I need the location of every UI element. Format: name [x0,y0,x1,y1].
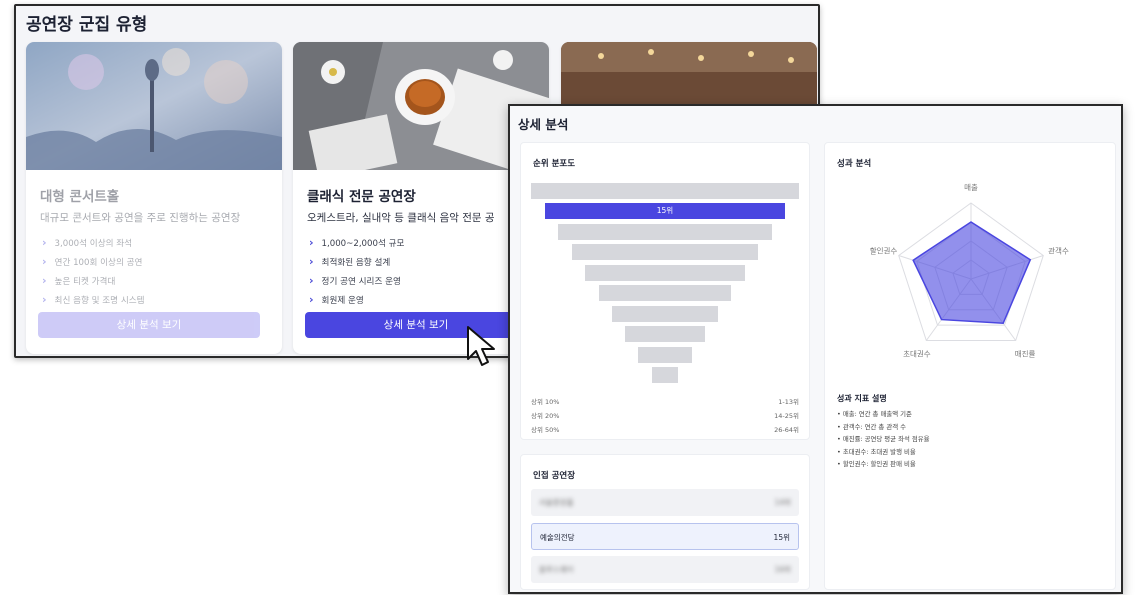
neighbor-item[interactable]: 서울중앙홀 14위 [531,489,799,516]
funnel-bar [558,224,772,240]
card-title: 대형 콘서트홀 [40,189,120,205]
card-title: 클래식 전문 공연장 [307,189,416,205]
rank-legend-row: 상위 20% 14-25위 [531,412,799,420]
funnel-bar [599,285,731,301]
feature-item: 1,000~2,000석 규모 [309,236,405,255]
funnel-bar [625,326,705,342]
explanation-item: 매진률: 공연당 평균 좌석 점유율 [837,434,930,447]
card-description: 대규모 콘서트와 공연을 주로 진행하는 공연장 [40,212,241,224]
feature-item: 연간 100회 이상의 공연 [42,255,145,274]
radar-chart: 매출관객수매진률 초대권수 할인권수 [870,182,1069,358]
funnel-bar-current: 15위 [545,203,785,219]
radar-axis-label: 초대권수 [903,349,931,358]
cluster-card-large-concert-hall[interactable]: 대형 콘서트홀 대규모 콘서트와 공연을 주로 진행하는 공연장 3,000석 … [26,42,282,354]
feature-item: 높은 티켓 가격대 [42,274,145,293]
neighbor-venues-panel: 인접 공연장 서울중앙홀 14위 예술의전당 15위 블루스퀘어 16위 [520,454,810,590]
explanation-item: 관객수: 연간 총 관객 수 [837,422,930,435]
rank-distribution-panel: 순위 분포도 15위 상위 10% 1-13위 상위 20% 14-25위 상위 5… [520,142,810,440]
panel-title: 성과 분석 [837,159,872,169]
funnel-bar [638,347,692,363]
panel-title: 인접 공연장 [533,471,576,481]
panel-title: 순위 분포도 [533,159,576,169]
feature-item: 3,000석 이상의 좌석 [42,236,145,255]
radar-axis-label: 관객수 [1048,246,1069,256]
neighbor-item[interactable]: 블루스퀘어 16위 [531,556,799,583]
feature-list: 1,000~2,000석 규모 최적화된 음향 설계 정기 공연 시리즈 운영 … [309,236,405,312]
funnel-bar [585,265,745,281]
view-detail-button[interactable]: 상세 분석 보기 [38,312,260,338]
funnel-bar [612,306,718,322]
radar-axis-label: 매출 [964,182,978,192]
feature-list: 3,000석 이상의 좌석 연간 100회 이상의 공연 높은 티켓 가격대 최… [42,236,145,312]
feature-item: 최신 음향 및 조명 시스템 [42,293,145,312]
rank-legend-row: 상위 50% 26-64위 [531,426,799,434]
feature-item: 최적화된 음향 설계 [309,255,404,274]
explanation-item: 매출: 연간 총 매출액 기준 [837,409,930,422]
neighbor-item-selected[interactable]: 예술의전당 15위 [531,523,799,550]
explanation-list: 매출: 연간 총 매출액 기준 관객수: 연간 총 관객 수 매진률: 공연당 … [837,409,930,472]
feature-item: 회원제 운영 [309,293,404,312]
radar-axis-label: 할인권수 [870,246,898,256]
explanation-item: 초대권수: 초대권 발행 비율 [837,447,930,460]
funnel-bar [652,367,678,383]
explanation-item: 할인권수: 할인권 판매 비율 [837,459,930,472]
rank-legend-row: 상위 10% 1-13위 [531,398,799,406]
window-title: 상세 분석 [518,117,569,132]
performance-analysis-panel: 성과 분석 매출관객수매진률 초대권수 할인권수 성과 지표 설명 매출: 연간 총… [824,142,1116,590]
mouse-cursor-icon [467,326,495,366]
radar-axis-label: 매진률 [1015,348,1036,358]
detail-analysis-window: 상세 분석 순위 분포도 15위 상위 10% 1-13위 상위 20% 14-25… [508,104,1123,594]
feature-item: 정기 공연 시리즈 운영 [309,274,404,293]
funnel-bar [572,244,758,260]
radar-data-area [912,221,1032,325]
concert-hall-image [26,42,282,170]
explanation-title: 성과 지표 설명 [837,394,887,403]
funnel-bar [531,183,799,199]
page-title: 공연장 군집 유형 [26,15,148,35]
card-description: 오케스트라, 실내악 등 클래식 음악 전문 공 [307,212,495,224]
